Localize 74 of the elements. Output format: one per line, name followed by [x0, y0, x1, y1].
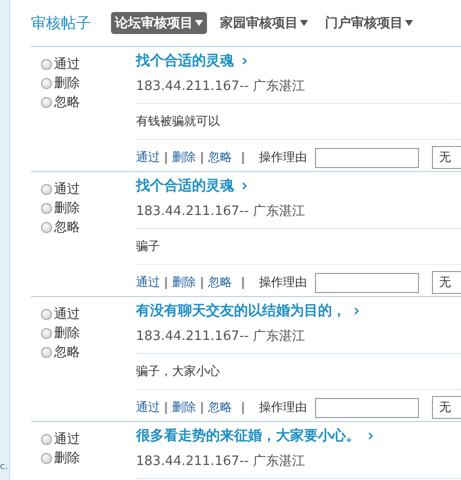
radio-label: 删除	[54, 75, 80, 92]
post-source: 183.44.211.167-- 广东湛江	[136, 71, 461, 104]
chevron-icon	[242, 57, 247, 65]
radio-icon[interactable]	[41, 308, 52, 320]
radio-label: 忽略	[54, 94, 80, 111]
caret-icon	[195, 20, 203, 26]
radio-icon[interactable]	[41, 96, 52, 108]
action-link[interactable]: 忽略	[208, 399, 232, 416]
page-title: 审核帖子	[31, 14, 92, 32]
post-source: 183.44.211.167-- 广东湛江	[136, 321, 461, 354]
action-link[interactable]: 通过	[136, 149, 160, 166]
radio-icon[interactable]	[41, 202, 52, 214]
reason-select[interactable]: 无	[432, 271, 461, 294]
radio-icon[interactable]	[41, 434, 52, 444]
radio-option[interactable]: 忽略	[41, 219, 136, 235]
post-title-link[interactable]: 很多看走势的来征婚，大家要小心。	[136, 426, 461, 446]
radio-option[interactable]: 删除	[41, 325, 136, 341]
radio-option[interactable]: 通过	[41, 181, 136, 197]
action-link[interactable]: 通过	[136, 399, 160, 416]
sidebar-text: c.	[0, 462, 9, 472]
radio-label: 通过	[54, 306, 80, 323]
action-link[interactable]: 删除	[172, 399, 196, 416]
radio-icon[interactable]	[41, 58, 52, 70]
radio-icon[interactable]	[41, 222, 52, 232]
tab[interactable]: 家园审核项目	[216, 12, 312, 34]
action-link[interactable]: 删除	[172, 274, 196, 291]
post-source: 183.44.211.167-- 广东湛江	[136, 196, 461, 229]
radio-option[interactable]: 删除	[41, 200, 136, 216]
tab[interactable]: 论坛审核项目	[111, 12, 207, 34]
action-link[interactable]: 删除	[172, 149, 196, 166]
post-content: 骗子	[136, 229, 461, 265]
reason-select[interactable]: 无	[432, 146, 461, 169]
radio-icon[interactable]	[41, 78, 52, 88]
reason-field[interactable]	[315, 272, 419, 292]
post-title-link[interactable]: 找个合适的灵魂	[136, 176, 461, 196]
radio-label: 通过	[54, 431, 80, 448]
post-source: 183.44.211.167-- 广东湛江	[136, 446, 461, 479]
post-title-link[interactable]: 找个合适的灵魂	[136, 51, 461, 71]
action-link[interactable]: 忽略	[208, 274, 232, 291]
post-title-link[interactable]: 有没有聊天交友的以结婚为目的，	[136, 301, 461, 321]
reason-label: 操作理由	[259, 274, 307, 291]
chevron-icon	[368, 432, 373, 440]
action-link[interactable]: 忽略	[208, 149, 232, 166]
post-content: 有钱被骗就可以	[136, 104, 461, 140]
radio-label: 忽略	[54, 219, 80, 236]
radio-option[interactable]: 通过	[41, 431, 136, 447]
chevron-icon	[242, 182, 247, 190]
radio-option[interactable]: 忽略	[41, 344, 136, 360]
caret-icon	[300, 20, 308, 26]
radio-option[interactable]: 删除	[41, 450, 136, 466]
chevron-icon	[354, 307, 359, 315]
radio-option[interactable]: 忽略	[41, 94, 136, 110]
action-link[interactable]: 通过	[136, 274, 160, 291]
radio-icon[interactable]	[41, 328, 52, 338]
radio-icon[interactable]	[41, 184, 52, 194]
reason-label: 操作理由	[259, 149, 307, 166]
reason-field[interactable]	[315, 148, 419, 168]
radio-label: 通过	[54, 56, 80, 73]
radio-label: 删除	[54, 325, 80, 342]
tab[interactable]: 门户审核项目	[321, 12, 417, 34]
reason-label: 操作理由	[259, 399, 307, 416]
radio-option[interactable]: 通过	[41, 56, 136, 72]
radio-option[interactable]: 通过	[41, 306, 136, 322]
radio-label: 忽略	[54, 344, 80, 361]
reason-select[interactable]: 无	[432, 396, 461, 419]
radio-icon[interactable]	[41, 452, 52, 464]
post-content: 骗子，大家小心	[136, 354, 461, 390]
caret-icon	[405, 20, 413, 26]
radio-option[interactable]: 删除	[41, 75, 136, 91]
radio-label: 通过	[54, 181, 80, 198]
reason-field[interactable]	[315, 398, 419, 418]
radio-label: 删除	[54, 200, 80, 217]
radio-label: 删除	[54, 450, 80, 467]
radio-icon[interactable]	[41, 346, 52, 358]
